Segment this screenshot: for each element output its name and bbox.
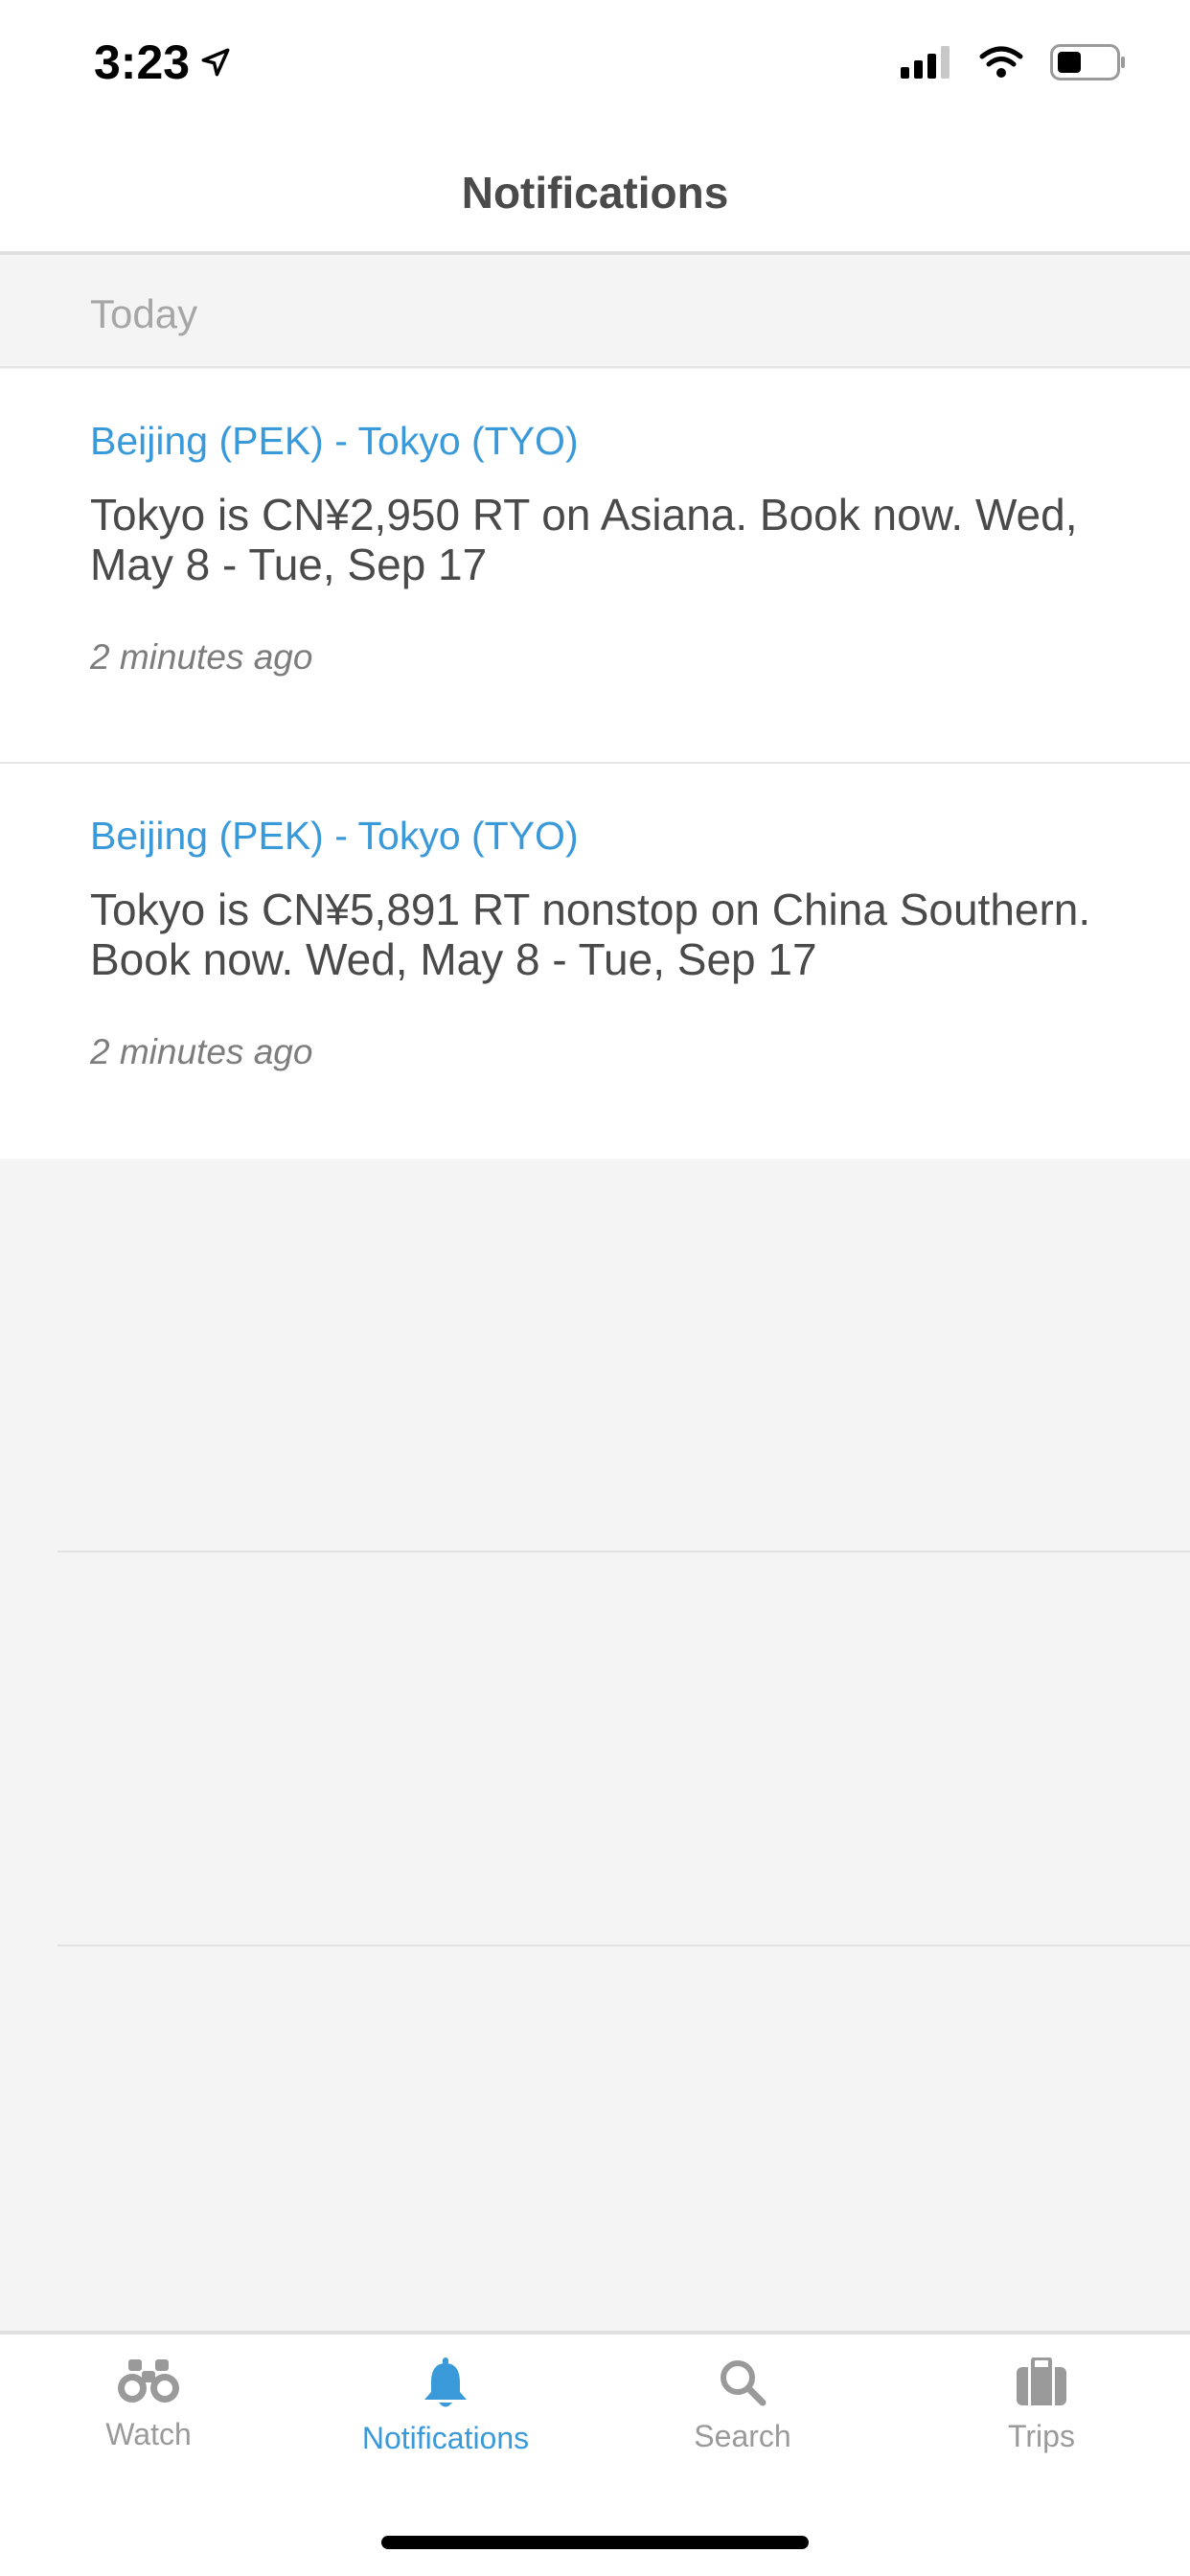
notification-time: 2 minutes ago (90, 637, 313, 677)
tab-label: Trips (1008, 2419, 1075, 2453)
notification-route: Beijing (PEK) - Tokyo (TYO) (90, 814, 579, 858)
section-header: Today (0, 259, 1190, 368)
page-title: Notifications (461, 168, 729, 218)
notification-message: Tokyo is CN¥2,950 RT on Asiana. Book now… (90, 490, 1078, 589)
notification-time: 2 minutes ago (90, 1032, 313, 1071)
tab-search[interactable]: Search (594, 2334, 891, 2478)
notification-item[interactable]: Beijing (PEK) - Tokyo (TYO) Tokyo is CN¥… (0, 369, 1190, 764)
location-arrow-icon (201, 48, 230, 77)
status-icons (901, 44, 1127, 80)
notification-route: Beijing (PEK) - Tokyo (TYO) (90, 419, 579, 463)
section-label-today: Today (90, 291, 198, 336)
wifi-icon (979, 46, 1023, 78)
notification-item[interactable]: Beijing (PEK) - Tokyo (TYO) Tokyo is CN¥… (0, 764, 1190, 1159)
tab-label: Search (694, 2419, 791, 2453)
tab-label: Notifications (361, 2421, 530, 2455)
home-indicator[interactable] (381, 2536, 809, 2549)
notification-message: Tokyo is CN¥5,891 RT nonstop on China So… (90, 885, 1091, 984)
suitcase-icon (1017, 2358, 1066, 2405)
status-time-group: 3:23 (94, 34, 232, 90)
tab-trips[interactable]: Trips (893, 2334, 1190, 2478)
search-icon (721, 2360, 767, 2406)
list-separator (57, 1944, 1190, 1946)
nav-header: Notifications (0, 134, 1190, 255)
binoculars-icon (118, 2359, 179, 2403)
tab-notifications[interactable]: Notifications (297, 2334, 594, 2478)
cellular-signal-icon (901, 46, 950, 79)
battery-icon (1050, 44, 1125, 80)
status-bar: 3:23 (0, 0, 1190, 134)
notification-list: Beijing (PEK) - Tokyo (TYO) Tokyo is CN¥… (0, 369, 1190, 1159)
status-time: 3:23 (94, 35, 191, 89)
bell-icon (424, 2358, 467, 2407)
tab-watch[interactable]: Watch (0, 2334, 297, 2478)
notifications-screen: 3:23 Notifications Today Beijing (PEK) -… (0, 0, 1190, 2576)
list-separator (57, 1551, 1190, 1552)
tab-label: Watch (105, 2417, 192, 2451)
